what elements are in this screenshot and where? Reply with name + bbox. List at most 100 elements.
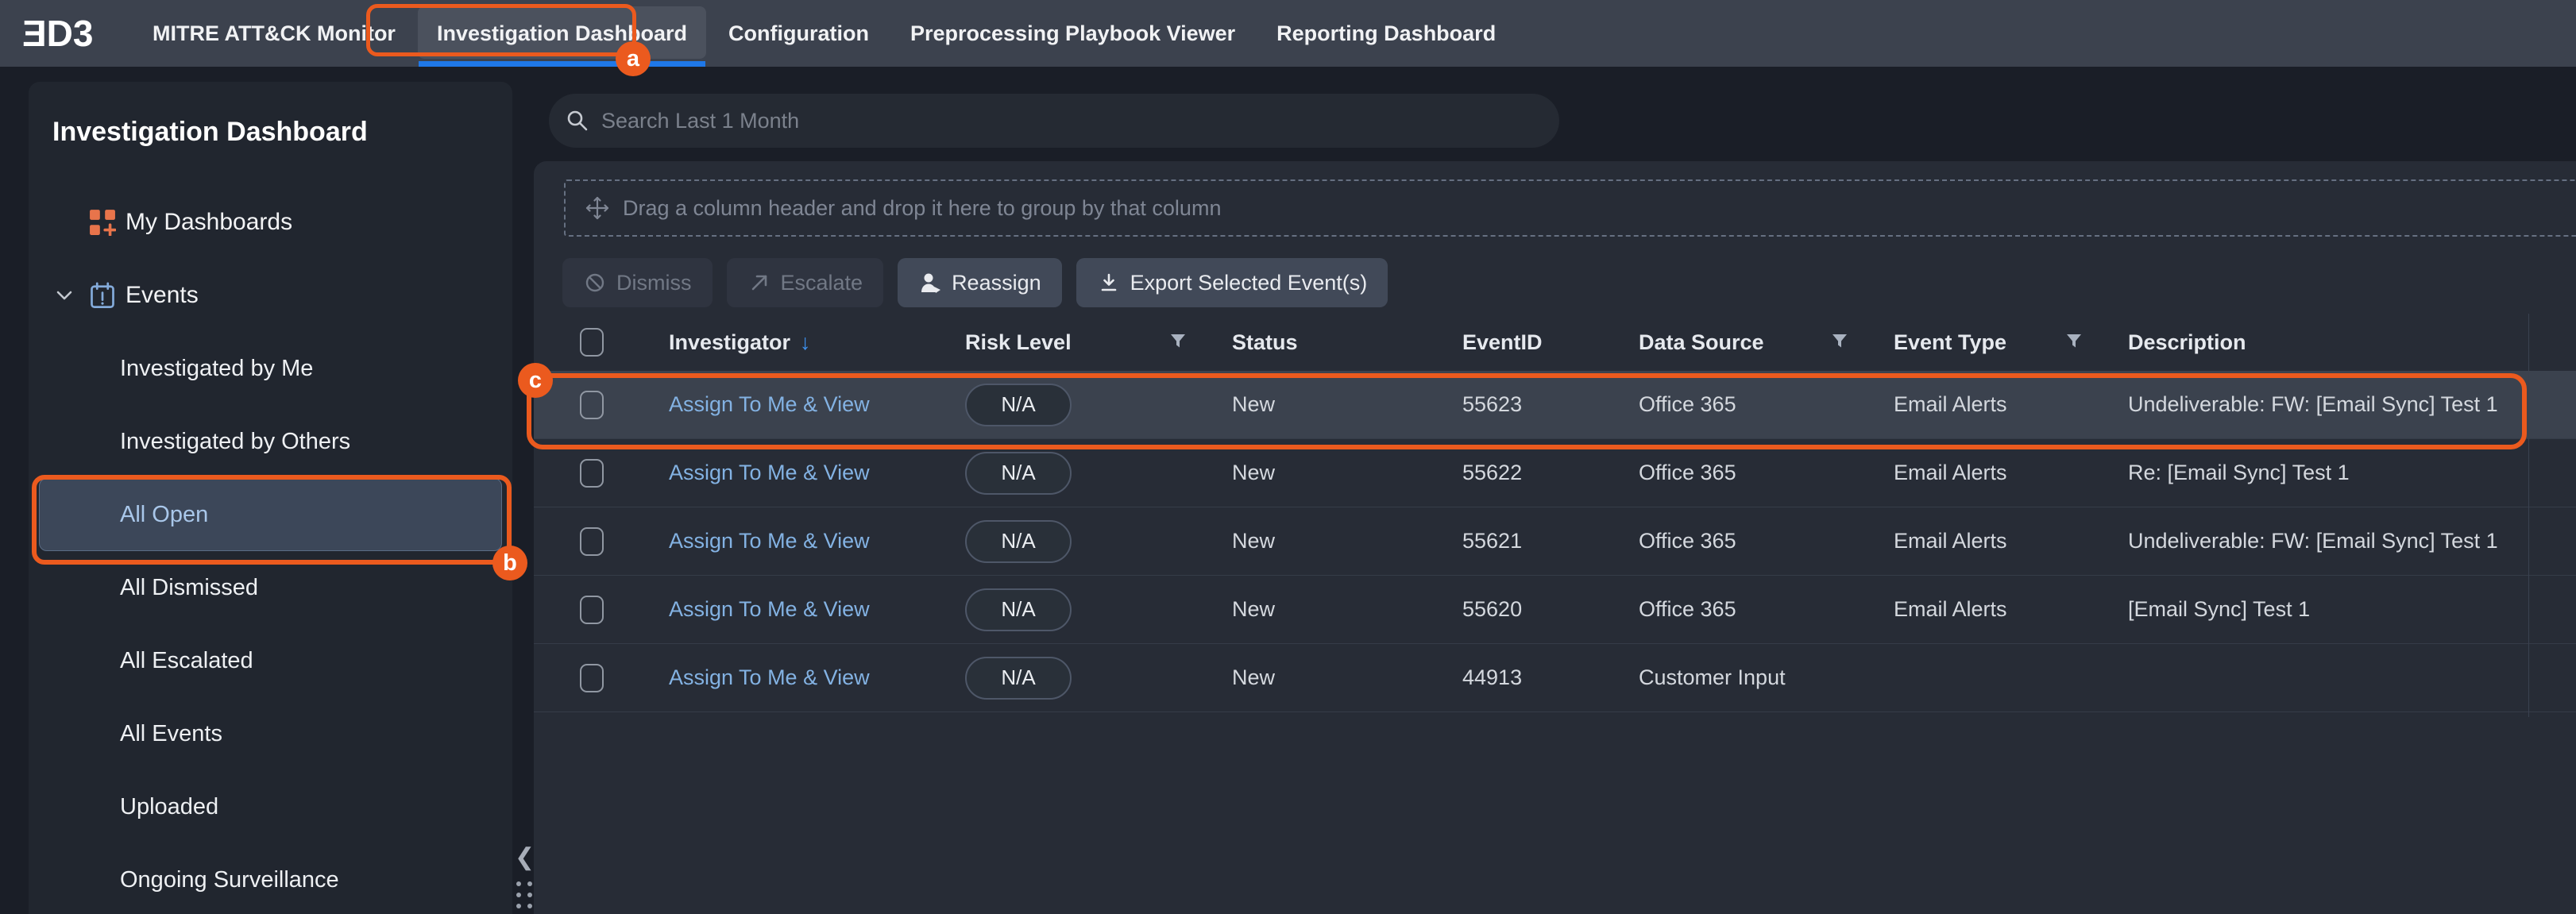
export-button[interactable]: Export Selected Event(s) — [1076, 258, 1388, 307]
status-cell: New — [1232, 392, 1462, 417]
event-type-cell: Email Alerts — [1894, 529, 2128, 553]
row-checkbox-cell — [534, 596, 669, 624]
sidebar-item[interactable]: All Escalated — [39, 624, 502, 697]
sidebar-title: Investigation Dashboard — [29, 82, 512, 186]
sidebar-item[interactable]: All Open — [39, 478, 502, 551]
column-header-event-id[interactable]: EventID — [1462, 330, 1639, 355]
column-label: EventID — [1462, 330, 1543, 355]
topbar-tabs: MITRE ATT&CK Monitor Investigation Dashb… — [132, 0, 1516, 67]
column-label: Event Type — [1894, 330, 2006, 355]
risk-level-cell: N/A — [965, 657, 1232, 700]
table-row[interactable]: Assign To Me & View N/A New 55621 Office… — [534, 507, 2576, 576]
description-cell: Undeliverable: FW: [Email Sync] Test 1 — [2128, 529, 2576, 553]
topbar-tab-label: Preprocessing Playbook Viewer — [910, 21, 1235, 46]
table-header-row: Investigator ↓ Risk Level Status EventID… — [534, 314, 2576, 371]
reassign-label: Reassign — [952, 271, 1041, 295]
filter-icon[interactable] — [1168, 332, 1188, 353]
active-tab-underline — [419, 61, 705, 67]
group-by-drop-zone[interactable]: Drag a column header and drop it here to… — [564, 179, 2576, 237]
event-id-cell: 55620 — [1462, 597, 1639, 622]
filter-icon[interactable] — [2064, 332, 2084, 353]
data-source-cell: Office 365 — [1639, 529, 1894, 553]
filter-icon[interactable] — [1829, 332, 1850, 353]
search-icon — [565, 108, 590, 133]
column-header-investigator[interactable]: Investigator ↓ — [669, 330, 965, 355]
table-row[interactable]: Assign To Me & View N/A New 55620 Office… — [534, 576, 2576, 644]
event-id-cell: 55622 — [1462, 461, 1639, 485]
column-header-risk-level[interactable]: Risk Level — [965, 330, 1232, 355]
column-label: Description — [2128, 330, 2246, 355]
description-cell: Undeliverable: FW: [Email Sync] Test 1 — [2128, 392, 2576, 417]
assign-to-me-link[interactable]: Assign To Me & View — [669, 461, 870, 485]
description-cell: [Email Sync] Test 1 — [2128, 597, 2576, 622]
escalate-icon — [747, 271, 771, 295]
status-cell: New — [1232, 665, 1462, 690]
search-bar — [549, 94, 1559, 148]
sidebar-collapse-chevron-icon[interactable]: ❮ — [515, 843, 535, 871]
row-checkbox[interactable] — [580, 391, 604, 419]
sidebar-item-label: Investigated by Others — [120, 429, 350, 455]
column-label: Investigator — [669, 330, 790, 355]
topbar-tab[interactable]: Preprocessing Playbook Viewer — [890, 0, 1256, 67]
topbar-tab[interactable]: Configuration — [708, 0, 890, 67]
export-download-icon — [1097, 271, 1121, 295]
event-id-cell: 44913 — [1462, 665, 1639, 690]
row-checkbox[interactable] — [580, 527, 604, 556]
assign-to-me-link[interactable]: Assign To Me & View — [669, 529, 870, 553]
risk-level-badge: N/A — [965, 657, 1072, 700]
sidebar-item-my-dashboards[interactable]: My Dashboards — [29, 186, 512, 259]
sidebar-item[interactable]: Investigated by Others — [39, 405, 502, 478]
row-checkbox-cell — [534, 391, 669, 419]
row-checkbox-cell — [534, 459, 669, 488]
column-header-status[interactable]: Status — [1232, 330, 1462, 355]
sidebar-group-events[interactable]: Events — [29, 259, 512, 332]
row-checkbox[interactable] — [580, 596, 604, 624]
d3-logo: ƎD3 — [22, 12, 126, 55]
data-source-cell: Office 365 — [1639, 597, 1894, 622]
table-row[interactable]: Assign To Me & View N/A New 44913 Custom… — [534, 644, 2576, 712]
search-input[interactable] — [601, 109, 1543, 133]
event-type-cell: Email Alerts — [1894, 392, 2128, 417]
topbar-tab-label: Configuration — [728, 21, 869, 46]
sidebar-resize-handle[interactable] — [516, 881, 532, 908]
assign-to-me-link[interactable]: Assign To Me & View — [669, 597, 870, 622]
investigator-cell: Assign To Me & View — [669, 665, 965, 690]
reassign-button[interactable]: Reassign — [898, 258, 1062, 307]
status-cell: New — [1232, 597, 1462, 622]
dismiss-icon — [583, 271, 607, 295]
topbar-tab[interactable]: MITRE ATT&CK Monitor — [132, 0, 416, 67]
column-label: Status — [1232, 330, 1298, 355]
column-label: Data Source — [1639, 330, 1764, 355]
column-header-event-type[interactable]: Event Type — [1894, 330, 2128, 355]
sidebar-item-label: All Dismissed — [120, 575, 258, 601]
topbar-tab[interactable]: Reporting Dashboard — [1256, 0, 1516, 67]
calendar-alert-icon — [89, 281, 119, 310]
column-header-data-source[interactable]: Data Source — [1639, 330, 1894, 355]
sidebar-item-label: All Open — [120, 502, 208, 528]
row-checkbox[interactable] — [580, 664, 604, 692]
sidebar-item[interactable]: All Events — [39, 697, 502, 770]
select-all-cell — [534, 328, 669, 357]
table-row[interactable]: Assign To Me & View N/A New 55622 Office… — [534, 439, 2576, 507]
sidebar-item-label: All Escalated — [120, 648, 253, 674]
sidebar-item-label: Uploaded — [120, 794, 218, 820]
assign-to-me-link[interactable]: Assign To Me & View — [669, 392, 870, 417]
sidebar-item-label: All Events — [120, 721, 222, 747]
sidebar-events-list: Investigated by Me Investigated by Other… — [29, 332, 512, 914]
sidebar-item[interactable]: Investigated by Me — [39, 332, 502, 405]
investigator-cell: Assign To Me & View — [669, 529, 965, 553]
table-row[interactable]: Assign To Me & View N/A New 55623 Office… — [534, 371, 2576, 439]
topbar-tab[interactable]: Investigation Dashboard — [416, 0, 708, 67]
sidebar-item[interactable]: Uploaded — [39, 770, 502, 843]
row-checkbox[interactable] — [580, 459, 604, 488]
event-type-cell: Email Alerts — [1894, 461, 2128, 485]
select-all-checkbox[interactable] — [580, 328, 604, 357]
risk-level-cell: N/A — [965, 452, 1232, 495]
sidebar-item[interactable]: All Dismissed — [39, 551, 502, 624]
escalate-button[interactable]: Escalate — [727, 258, 884, 307]
move-icon — [585, 195, 610, 221]
sidebar-item[interactable]: Ongoing Surveillance — [39, 843, 502, 914]
dismiss-button[interactable]: Dismiss — [562, 258, 713, 307]
column-header-description[interactable]: Description — [2128, 330, 2576, 355]
assign-to-me-link[interactable]: Assign To Me & View — [669, 665, 870, 690]
